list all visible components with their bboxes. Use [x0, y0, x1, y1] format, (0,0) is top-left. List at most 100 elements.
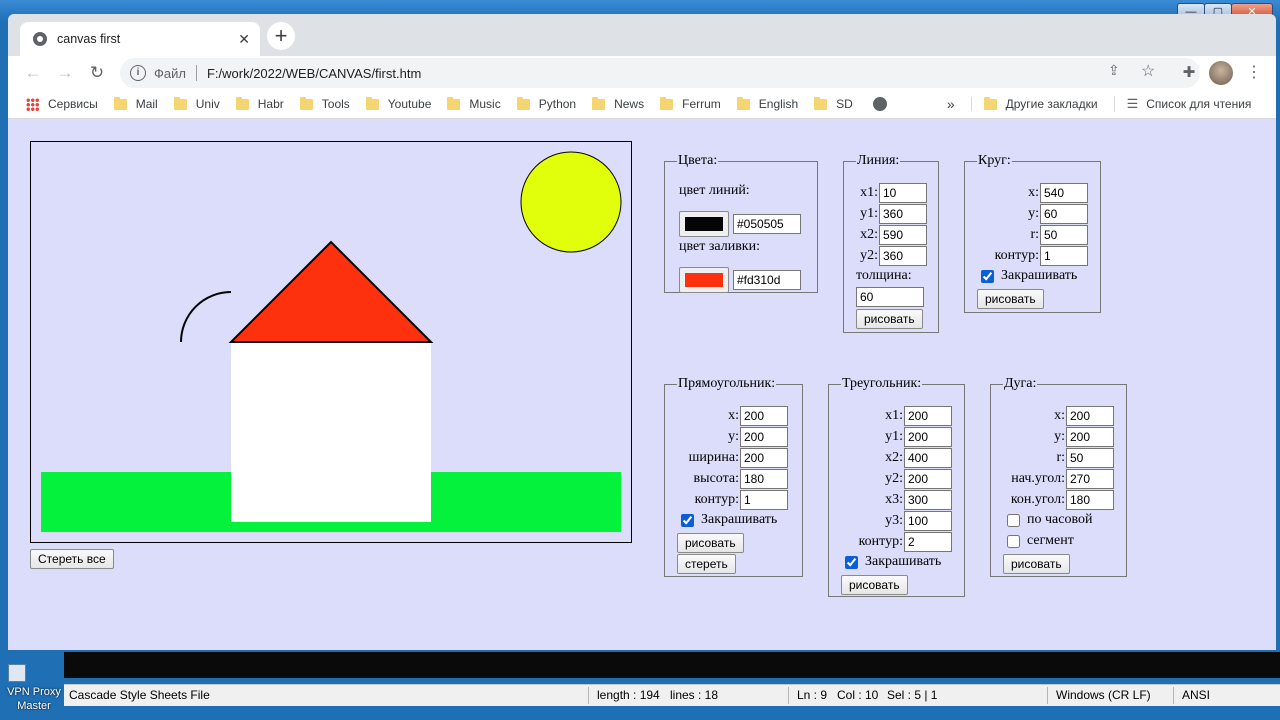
menu-icon[interactable]: ⋮	[1243, 62, 1265, 84]
rect-y-input[interactable]	[740, 427, 788, 447]
bookmark-folder[interactable]: Habr	[235, 96, 284, 111]
r-label: r:	[1030, 227, 1039, 242]
fill-color-label: цвет заливки:	[679, 239, 760, 254]
bookmark-folder[interactable]: SD	[814, 96, 853, 111]
line-width-input[interactable]	[856, 287, 924, 307]
bookmark-folder[interactable]: English	[736, 96, 798, 111]
y2-label: y2:	[860, 248, 878, 263]
colors-panel: Цвета: цвет линий: цвет заливки:	[664, 153, 818, 293]
line-y1-input[interactable]	[879, 204, 927, 224]
clockwise-checkbox[interactable]	[1007, 513, 1020, 527]
rect-width-input[interactable]	[740, 448, 788, 468]
triangle-panel: Треугольник: x1: y1: x2: y2: x3: y3: кон…	[828, 376, 965, 597]
arc-r-input[interactable]	[1066, 448, 1114, 468]
apps-icon	[26, 97, 39, 111]
fill-color-picker[interactable]	[679, 267, 729, 293]
forward-icon[interactable]: →	[54, 62, 76, 84]
bookmark-folder[interactable]: News	[592, 96, 644, 111]
desktop-icon-label[interactable]: VPN Proxy Master	[4, 685, 64, 713]
line-color-field[interactable]	[733, 214, 801, 234]
bookmark-folder[interactable]: Youtube	[365, 96, 431, 111]
arc-end-input[interactable]	[1066, 490, 1114, 510]
line-y2-input[interactable]	[879, 246, 927, 266]
avatar[interactable]	[1209, 61, 1233, 85]
arc-x-input[interactable]	[1066, 406, 1114, 426]
rect-outline-input[interactable]	[740, 490, 788, 510]
circle-panel: Круг: x: y: r: контур: Закрашивать рисов…	[964, 153, 1101, 313]
folder-icon	[365, 96, 379, 110]
sun-circle	[520, 151, 622, 253]
vpn-app-icon[interactable]	[8, 664, 26, 682]
line-x2-input[interactable]	[879, 225, 927, 245]
new-tab-button[interactable]: +	[267, 22, 295, 50]
arc-draw-button[interactable]: рисовать	[1003, 554, 1070, 574]
tri-outline-input[interactable]	[904, 532, 952, 552]
rect-fill-checkbox[interactable]	[681, 513, 694, 527]
bookmark-folder[interactable]: Python	[516, 96, 576, 111]
bookmark-folder[interactable]: Music	[447, 96, 501, 111]
folder-icon	[235, 96, 249, 110]
y-label: y:	[728, 429, 739, 444]
arc-y-input[interactable]	[1066, 427, 1114, 447]
rect-draw-button[interactable]: рисовать	[677, 533, 744, 553]
circle-x-input[interactable]	[1040, 183, 1088, 203]
x3-label: x3:	[885, 492, 903, 507]
tab-close-icon[interactable]: ✕	[238, 31, 250, 48]
tri-y3-input[interactable]	[904, 511, 952, 531]
selection: Sel : 5 | 1	[887, 688, 938, 702]
circle-r-input[interactable]	[1040, 225, 1088, 245]
more-bookmarks-button[interactable]: »	[947, 96, 955, 112]
fill-color-swatch	[685, 273, 723, 287]
bookmark-folder[interactable]: Mail	[113, 96, 158, 111]
tri-x1-input[interactable]	[904, 406, 952, 426]
fill-color-field[interactable]	[733, 270, 801, 290]
rect-height-input[interactable]	[740, 469, 788, 489]
bookmark-globe[interactable]	[869, 97, 887, 111]
y1-label: y1:	[860, 206, 878, 221]
x1-label: x1:	[860, 185, 878, 200]
segment-checkbox[interactable]	[1007, 534, 1020, 548]
page-content: Стереть все Цвета: цвет линий: цвет зали…	[8, 119, 1276, 650]
line-color-picker[interactable]	[679, 211, 729, 237]
background-window	[64, 652, 1280, 678]
tri-x3-input[interactable]	[904, 490, 952, 510]
tri-y2-input[interactable]	[904, 469, 952, 489]
share-icon[interactable]: ⇪	[1108, 62, 1120, 79]
bookmark-folder[interactable]: Tools	[299, 96, 350, 111]
tri-y1-input[interactable]	[904, 427, 952, 447]
rect-erase-button[interactable]: стереть	[677, 554, 736, 574]
bookmark-other[interactable]: Другие закладки	[970, 96, 1098, 111]
reading-list[interactable]: ☰ Список для чтения	[1113, 96, 1251, 112]
browser-tab[interactable]: canvas first ✕	[20, 22, 260, 56]
bookmark-folder[interactable]: Ferrum	[660, 96, 721, 111]
circle-fill-checkbox[interactable]	[981, 269, 994, 283]
bookmark-folder[interactable]: Univ	[173, 96, 220, 111]
folder-icon	[592, 96, 606, 110]
tri-x2-input[interactable]	[904, 448, 952, 468]
tri-fill-checkbox[interactable]	[845, 555, 858, 569]
circle-draw-button[interactable]: рисовать	[977, 289, 1044, 309]
address-bar[interactable]: i Файл F:/work/2022/WEB/CANVAS/first.htm…	[120, 58, 1200, 88]
tri-draw-button[interactable]: рисовать	[841, 575, 908, 595]
info-icon[interactable]: i	[130, 65, 146, 81]
reload-icon[interactable]: ↻	[86, 62, 108, 84]
x-label: x:	[1028, 185, 1039, 200]
divider	[788, 687, 789, 704]
line-color-label: цвет линий:	[679, 183, 750, 198]
drawing-canvas[interactable]	[30, 141, 632, 543]
circle-legend: Круг:	[978, 153, 1011, 168]
back-icon[interactable]: ←	[22, 62, 44, 84]
divider	[1173, 687, 1174, 704]
clear-all-button[interactable]: Стереть все	[30, 549, 114, 569]
extensions-icon[interactable]: ✚	[1178, 62, 1200, 84]
bookmark-apps[interactable]: Сервисы	[8, 97, 98, 111]
url-text[interactable]: F:/work/2022/WEB/CANVAS/first.htm	[207, 66, 421, 81]
circle-outline-input[interactable]	[1040, 246, 1088, 266]
circle-y-input[interactable]	[1040, 204, 1088, 224]
rect-x-input[interactable]	[740, 406, 788, 426]
line-draw-button[interactable]: рисовать	[856, 309, 923, 329]
arc-start-input[interactable]	[1066, 469, 1114, 489]
bookmark-star-icon[interactable]: ☆	[1141, 61, 1155, 81]
segment-label: сегмент	[1027, 533, 1074, 548]
line-x1-input[interactable]	[879, 183, 927, 203]
